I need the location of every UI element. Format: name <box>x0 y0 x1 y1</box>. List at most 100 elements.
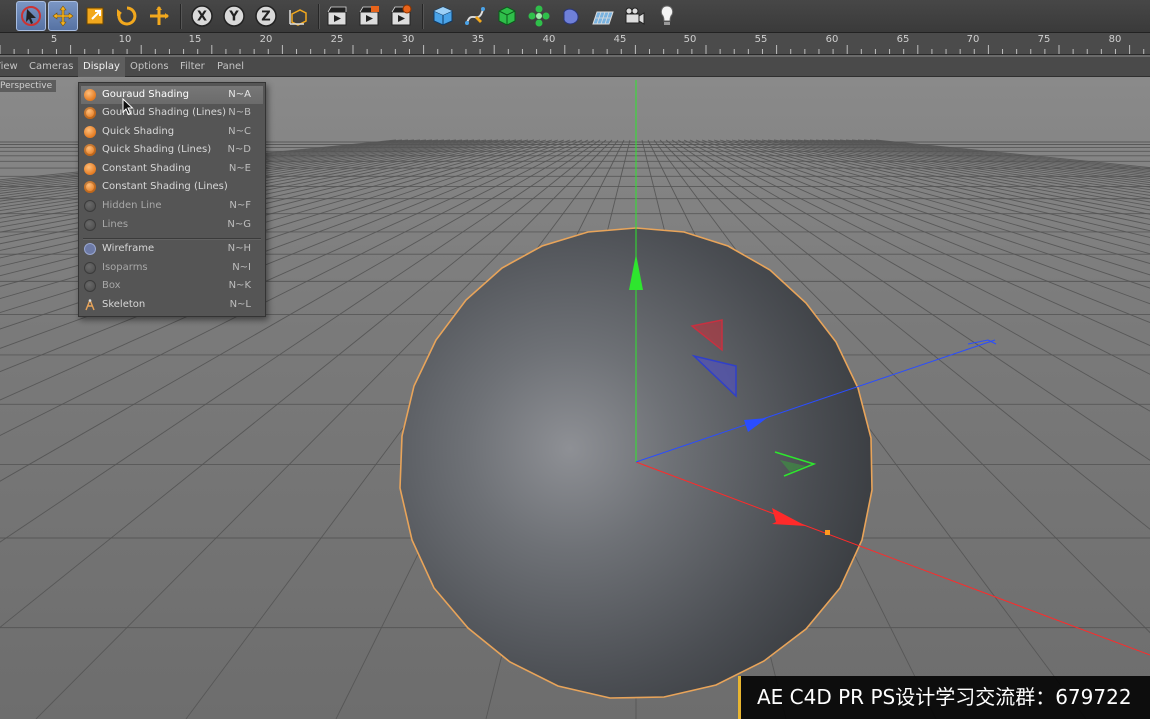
floor-button[interactable] <box>588 1 618 31</box>
x-axis-lock-button[interactable]: X <box>187 1 217 31</box>
camera-button[interactable] <box>620 1 650 31</box>
y-axis-lock-icon: Y <box>223 5 245 27</box>
menu-display[interactable]: Display <box>78 57 125 77</box>
timeline-ruler[interactable]: 5 10 15 20 25 30 35 40 45 50 55 60 65 70… <box>0 33 1150 55</box>
ruler-label: 45 <box>613 34 627 45</box>
render-view-icon <box>327 6 347 26</box>
ruler-label: 5 <box>50 34 58 45</box>
spline-pen-button[interactable] <box>460 1 490 31</box>
ruler-label: 50 <box>683 34 697 45</box>
menu-item-label: Lines <box>102 219 129 230</box>
menu-item-quick-shading-lines[interactable]: Quick Shading (Lines) N~D <box>81 141 263 159</box>
display-menu-dropdown: Gouraud Shading N~A Gouraud Shading (Lin… <box>78 82 266 317</box>
menu-item-shortcut: N~K <box>228 280 251 291</box>
isoparms-icon <box>84 262 96 274</box>
menu-view[interactable]: View <box>0 57 23 77</box>
subdivision-icon <box>498 6 516 26</box>
menu-item-shortcut: N~B <box>228 107 251 118</box>
skeleton-icon <box>84 299 96 311</box>
ruler-label: 25 <box>330 34 344 45</box>
render-picture-viewer-button[interactable] <box>354 1 384 31</box>
box-icon <box>84 280 96 292</box>
ruler-label: 10 <box>118 34 132 45</box>
menu-item-hidden-line[interactable]: Hidden Line N~F <box>81 197 263 215</box>
camera-icon <box>625 7 645 25</box>
menu-item-shortcut: N~D <box>227 144 251 155</box>
last-tool-icon <box>150 6 169 25</box>
menu-item-label: Gouraud Shading (Lines) <box>102 107 226 118</box>
constant-shading-icon <box>84 163 96 175</box>
cube-primitive-button[interactable] <box>428 1 458 31</box>
menu-item-constant-shading[interactable]: Constant Shading N~E <box>81 160 263 178</box>
subdivision-button[interactable] <box>492 1 522 31</box>
last-tool-button[interactable] <box>144 1 174 31</box>
menu-item-label: Wireframe <box>102 243 155 254</box>
menu-item-lines[interactable]: Lines N~G <box>81 216 263 234</box>
menu-item-label: Constant Shading (Lines) <box>102 181 228 192</box>
ruler-label: 75 <box>1037 34 1051 45</box>
menu-item-shortcut: N~I <box>232 262 251 273</box>
menu-item-gouraud-shading[interactable]: Gouraud Shading N~A <box>81 86 263 104</box>
menu-item-label: Constant Shading <box>102 163 191 174</box>
watermark-banner: AE C4D PR PS设计学习交流群：679722 <box>738 676 1150 719</box>
wireframe-icon <box>84 243 96 255</box>
ruler-label: 20 <box>259 34 273 45</box>
x-axis-letter: X <box>197 10 207 25</box>
menu-item-label: Quick Shading (Lines) <box>102 144 212 155</box>
menu-item-label: Isoparms <box>102 262 148 273</box>
coordinate-system-icon <box>289 9 307 26</box>
y-axis-lock-button[interactable]: Y <box>219 1 249 31</box>
quick-shading-icon <box>84 126 96 138</box>
hidden-line-icon <box>84 200 96 212</box>
gouraud-shading-icon <box>84 89 96 101</box>
menu-item-quick-shading[interactable]: Quick Shading N~C <box>81 123 263 141</box>
lines-icon <box>84 219 96 231</box>
rotate-button[interactable] <box>112 1 142 31</box>
live-selection-button[interactable] <box>16 1 46 31</box>
ruler-label: 15 <box>188 34 202 45</box>
menu-item-constant-shading-lines[interactable]: Constant Shading (Lines) <box>81 178 263 196</box>
z-axis-letter: Z <box>261 10 270 25</box>
live-selection-icon <box>21 6 41 26</box>
y-axis-letter: Y <box>228 10 239 25</box>
render-view-button[interactable] <box>322 1 352 31</box>
quick-shading-lines-icon <box>84 144 96 156</box>
menu-item-wireframe[interactable]: Wireframe N~H <box>81 240 263 258</box>
menu-cameras[interactable]: Cameras <box>24 57 78 77</box>
menu-options[interactable]: Options <box>125 57 174 77</box>
menu-item-shortcut: N~H <box>227 243 251 254</box>
menu-item-isoparms[interactable]: Isoparms N~I <box>81 259 263 277</box>
menu-item-skeleton[interactable]: Skeleton N~L <box>81 296 263 314</box>
deformer-button[interactable] <box>556 1 586 31</box>
cube-primitive-icon <box>433 6 453 26</box>
menu-item-shortcut: N~C <box>228 126 251 137</box>
move-button[interactable] <box>48 1 78 31</box>
gouraud-shading-lines-icon <box>84 107 96 119</box>
coordinate-system-button[interactable] <box>283 1 313 31</box>
toolbar-separator <box>180 4 181 29</box>
ruler-label: 70 <box>966 34 980 45</box>
scale-icon <box>86 7 104 25</box>
menu-filter[interactable]: Filter <box>175 57 210 77</box>
light-icon <box>660 5 674 25</box>
constant-shading-lines-icon <box>84 181 96 193</box>
ruler-label: 65 <box>896 34 910 45</box>
toolbar-separator <box>318 4 319 29</box>
render-picture-viewer-icon <box>359 6 379 26</box>
main-toolbar: X Y Z <box>0 0 1150 33</box>
spline-pen-icon <box>465 7 485 25</box>
ruler-label: 60 <box>825 34 839 45</box>
ruler-label: 35 <box>471 34 485 45</box>
z-axis-lock-button[interactable]: Z <box>251 1 281 31</box>
menu-item-label: Quick Shading <box>102 126 175 137</box>
menu-item-gouraud-shading-lines[interactable]: Gouraud Shading (Lines) N~B <box>81 104 263 122</box>
ruler-label: 80 <box>1108 34 1122 45</box>
light-button[interactable] <box>652 1 682 31</box>
render-settings-button[interactable] <box>386 1 416 31</box>
menu-item-box[interactable]: Box N~K <box>81 277 263 295</box>
scale-button[interactable] <box>80 1 110 31</box>
cloner-button[interactable] <box>524 1 554 31</box>
menu-panel[interactable]: Panel <box>212 57 249 77</box>
ruler-label: 30 <box>401 34 415 45</box>
x-axis-handle[interactable] <box>825 530 830 535</box>
